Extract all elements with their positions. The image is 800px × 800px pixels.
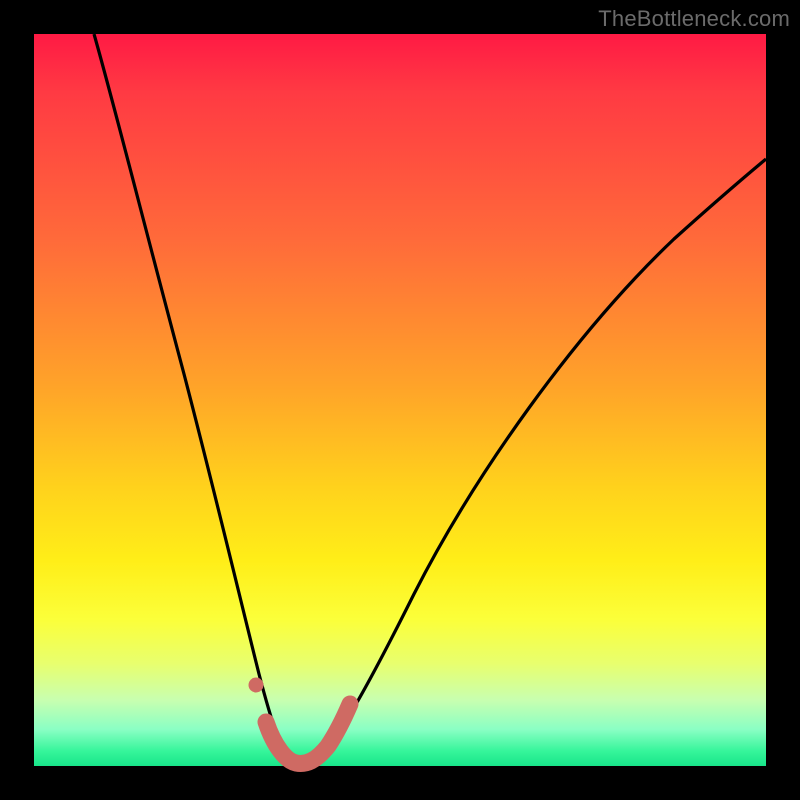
watermark-text: TheBottleneck.com bbox=[598, 6, 790, 32]
bottleneck-curve bbox=[34, 34, 766, 766]
chart-frame: TheBottleneck.com bbox=[0, 0, 800, 800]
plot-area bbox=[34, 34, 766, 766]
marker-band bbox=[266, 704, 350, 763]
marker-dot bbox=[249, 678, 264, 693]
curve-path bbox=[94, 34, 766, 764]
